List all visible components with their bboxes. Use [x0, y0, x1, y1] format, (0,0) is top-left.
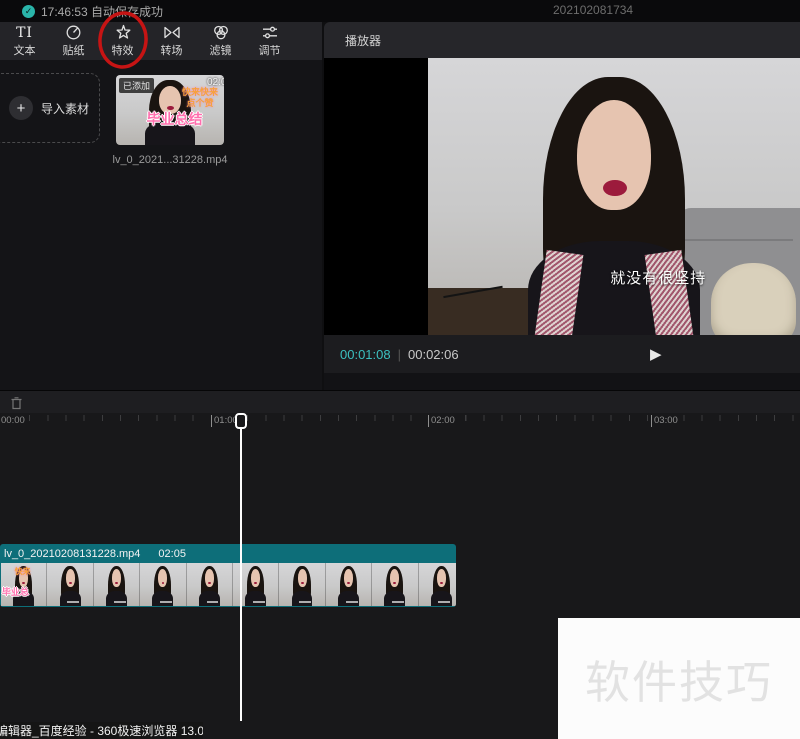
- import-material-label: 导入素材: [41, 100, 89, 117]
- window-title-text: 编辑器_百度经验 - 360极速浏览器 13.0: [0, 722, 203, 739]
- video-preview[interactable]: 就没有很坚持: [428, 58, 800, 335]
- watermark-text: 软件技巧: [585, 646, 773, 711]
- tab-text-label: 文本: [14, 42, 36, 58]
- trash-icon: [9, 395, 24, 411]
- filter-icon: [212, 24, 230, 41]
- plus-icon: +: [9, 96, 33, 120]
- thumbnail-overlay-title: 毕业总结: [146, 109, 202, 129]
- text-icon: TI: [16, 24, 33, 41]
- filmstrip-frame: [94, 563, 140, 606]
- tab-adjust[interactable]: 调节: [245, 22, 294, 60]
- timeline-ruler[interactable]: 00:00 01:00 02:00 03:00: [0, 413, 800, 431]
- filmstrip-frame: [140, 563, 186, 606]
- player-title: 播放器: [345, 32, 381, 49]
- ruler-label-0300: 03:00: [651, 415, 681, 427]
- tab-adjust-label: 调节: [259, 42, 281, 58]
- filmstrip-frame: 快来 毕业总: [1, 563, 47, 606]
- track-clip-duration: 02:05: [158, 548, 186, 560]
- filmstrip-frame: [419, 563, 456, 606]
- taskbar-window-title: 编辑器_百度经验 - 360极速浏览器 13.0: [0, 722, 203, 739]
- play-button[interactable]: ▶: [650, 335, 662, 373]
- media-clip-filename: lv_0_2021...31228.mp4: [112, 154, 228, 166]
- playhead-handle[interactable]: [235, 413, 247, 429]
- media-clip-thumbnail[interactable]: 已添加 02:05 快来快来 点个赞 毕业总结: [116, 75, 224, 145]
- thumbnail-overlay-caption: 快来快来 点个赞: [182, 87, 218, 110]
- asset-toolbar: TI 文本 贴纸 特效 转场 滤镜: [0, 22, 322, 61]
- tab-filter[interactable]: 滤镜: [196, 22, 245, 60]
- sofa-seam: [681, 239, 793, 241]
- filmstrip-overlay-title: 毕业总: [2, 585, 29, 598]
- tab-text[interactable]: TI 文本: [0, 22, 49, 60]
- sticker-icon: [65, 24, 82, 41]
- tab-effects-label: 特效: [112, 42, 134, 58]
- tab-effects[interactable]: 特效: [98, 22, 147, 60]
- filmstrip-frame: [326, 563, 372, 606]
- player-header: 播放器: [324, 22, 800, 58]
- session-id-text: 202102081734: [553, 3, 633, 17]
- delete-clip-button[interactable]: [7, 394, 25, 412]
- tab-sticker-label: 贴纸: [63, 42, 85, 58]
- asset-panel: TI 文本 贴纸 特效 转场 滤镜: [0, 22, 322, 390]
- filmstrip-frame: [279, 563, 325, 606]
- pillow-shape: [711, 263, 797, 335]
- tab-transition-label: 转场: [161, 42, 183, 58]
- top-status-bar: ✓ 17:46:53 自动保存成功 202102081734: [0, 0, 800, 22]
- ruler-label-0200: 02:00: [428, 415, 458, 427]
- total-time: 00:02:06: [408, 347, 459, 362]
- track-clip-header: lv_0_20210208131228.mp4 02:05: [0, 544, 456, 563]
- time-separator: |: [398, 347, 401, 362]
- autosave-check-icon: ✓: [22, 5, 35, 18]
- watermark-box: 软件技巧: [558, 618, 800, 739]
- video-track-clip[interactable]: lv_0_20210208131228.mp4 02:05 快来 毕业总: [0, 544, 456, 607]
- import-material-button[interactable]: + 导入素材: [0, 73, 100, 143]
- video-stage: 就没有很坚持: [324, 58, 800, 335]
- autosave-message: 17:46:53 自动保存成功: [41, 3, 163, 20]
- playhead-line[interactable]: [240, 415, 242, 721]
- filmstrip-frame: [187, 563, 233, 606]
- filmstrip-frame: [372, 563, 418, 606]
- timeline-panel: 00:00 01:00 02:00 03:00 lv_0_20210208131…: [0, 390, 800, 739]
- tab-transition[interactable]: 转场: [147, 22, 196, 60]
- media-bin: + 导入素材 已添加 02:05 快来快来 点个赞 毕业总结 lv_0_2021…: [0, 60, 322, 390]
- player-controls: 00:01:08 | 00:02:06 ▶: [324, 335, 800, 373]
- effects-star-icon: [114, 24, 132, 41]
- filmstrip-overlay-caption: 快来: [15, 566, 31, 577]
- added-badge: 已添加: [119, 78, 154, 93]
- filmstrip: 快来 毕业总: [1, 563, 455, 606]
- tab-sticker[interactable]: 贴纸: [49, 22, 98, 60]
- ruler-label-0000: 00:00: [0, 415, 28, 427]
- adjust-icon: [261, 24, 279, 41]
- time-display: 00:01:08 | 00:02:06: [340, 347, 459, 362]
- player-panel: 播放器 就没有很坚持 00:01:08 | 00:02:06 ▶: [324, 22, 800, 390]
- transition-icon: [163, 24, 181, 41]
- timeline-toolbar: [0, 391, 800, 413]
- ruler-ticks: [11, 415, 800, 421]
- track-clip-filename: lv_0_20210208131228.mp4: [4, 548, 140, 560]
- filmstrip-frame: [47, 563, 93, 606]
- current-time: 00:01:08: [340, 347, 391, 362]
- autosave-status: ✓ 17:46:53 自动保存成功: [22, 0, 163, 22]
- video-subtitle: 就没有很坚持: [610, 267, 706, 288]
- tab-filter-label: 滤镜: [210, 42, 232, 58]
